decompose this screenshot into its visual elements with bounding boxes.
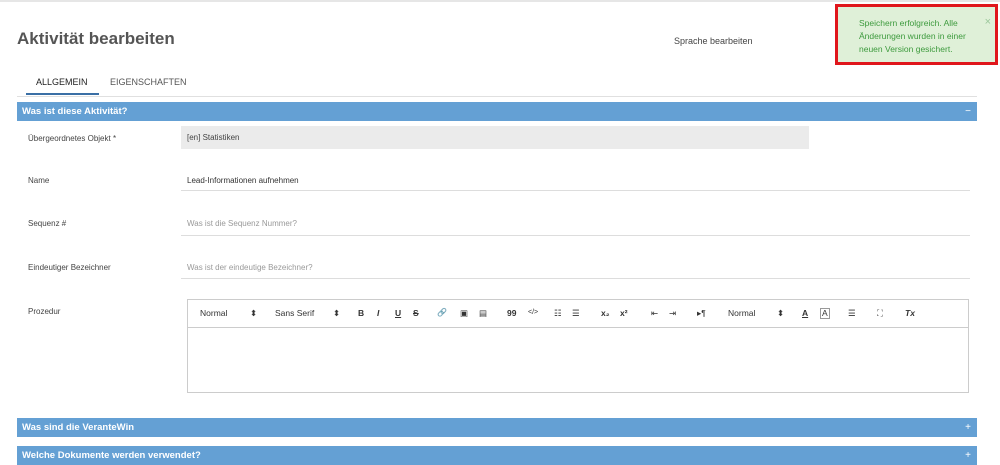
link-icon[interactable]: 🔗 [437,308,447,317]
code-block-button[interactable]: </> [528,309,538,316]
collapse-icon[interactable]: − [965,102,971,121]
text-direction-icon[interactable]: ▸¶ [697,308,706,319]
success-notification: Speichern erfolgreich. Alle Änderungen w… [835,4,998,65]
expand-icon[interactable]: + [965,446,971,465]
section-title: Was sind die VeranteWin [22,422,135,433]
image-icon[interactable]: ▣ [460,308,468,319]
sequence-field[interactable]: Was ist die Sequenz Nummer? [187,219,970,231]
align-icon[interactable]: ☰ [848,308,856,319]
sequence-label: Sequenz # [28,219,67,228]
procedure-editor: Normal ⬍ Sans Serif ⬍ B I U S 🔗 ▣ ▤ 99 <… [187,299,969,393]
section-header-activity[interactable]: Was ist diese Aktivität? − [17,102,977,121]
clean-format-icon[interactable]: Tx [905,308,915,318]
identifier-placeholder: Was ist der eindeutige Bezeichner? [187,263,313,272]
tab-eigenschaften[interactable]: EIGENSCHAFTEN [110,77,187,87]
fullscreen-icon[interactable]: ⛶ [877,308,883,319]
identifier-field[interactable]: Was ist der eindeutige Bezeichner? [187,263,970,275]
indent-icon[interactable]: ⇥ [669,308,676,319]
name-field-underline [181,190,970,191]
parent-object-field: [en] Statistiken [181,126,809,149]
tab-allgemein[interactable]: ALLGEMEIN [36,77,88,87]
header-select[interactable]: Normal [728,308,755,318]
superscript-button[interactable]: x² [620,308,628,318]
section-title: Welche Dokumente werden verwendet? [22,450,201,461]
video-icon[interactable]: ▤ [479,308,487,319]
parent-object-label: Übergeordnetes Objekt * [28,134,117,143]
select-arrow-icon[interactable]: ⬍ [777,308,784,319]
select-arrow-icon[interactable]: ⬍ [333,308,340,319]
section-title: Was ist diese Aktivität? [22,106,128,117]
size-select[interactable]: Normal [200,308,227,318]
page-title: Aktivität bearbeiten [17,29,175,48]
ordered-list-icon[interactable]: ☷ [554,308,562,319]
blockquote-button[interactable]: 99 [507,308,516,318]
expand-icon[interactable]: + [965,418,971,437]
top-border [0,0,1000,2]
notification-message: Speichern erfolgreich. Alle Änderungen w… [859,18,966,54]
background-color-icon[interactable]: A [820,308,830,319]
bullet-list-icon[interactable]: ☰ [572,308,580,319]
font-select[interactable]: Sans Serif [275,308,314,318]
section-header-dokumente[interactable]: Welche Dokumente werden verwendet? + [17,446,977,465]
name-value: Lead-Informationen aufnehmen [187,176,299,185]
tab-divider [17,96,977,97]
bold-button[interactable]: B [358,308,364,318]
identifier-label: Eindeutiger Bezeichner [28,263,111,272]
sequence-placeholder: Was ist die Sequenz Nummer? [187,219,297,228]
edit-language-link[interactable]: Sprache bearbeiten [674,36,753,46]
name-field[interactable]: Lead-Informationen aufnehmen [187,176,970,188]
underline-button[interactable]: U [395,308,401,318]
subscript-button[interactable]: x₂ [601,308,610,318]
close-icon[interactable]: × [985,16,991,29]
section-header-verantwortung[interactable]: Was sind die VeranteWin + [17,418,977,437]
font-color-icon[interactable]: A [802,308,808,318]
active-tab-indicator [26,93,99,95]
select-arrow-icon[interactable]: ⬍ [250,308,257,319]
name-label: Name [28,176,50,185]
editor-toolbar: Normal ⬍ Sans Serif ⬍ B I U S 🔗 ▣ ▤ 99 <… [188,300,968,328]
strike-button[interactable]: S [413,308,419,318]
editor-content-area[interactable] [188,328,968,392]
sequence-field-underline [181,235,970,236]
outdent-icon[interactable]: ⇤ [651,308,658,319]
italic-button[interactable]: I [377,308,379,318]
procedure-label: Prozedur [28,307,61,316]
identifier-field-underline [181,278,970,279]
